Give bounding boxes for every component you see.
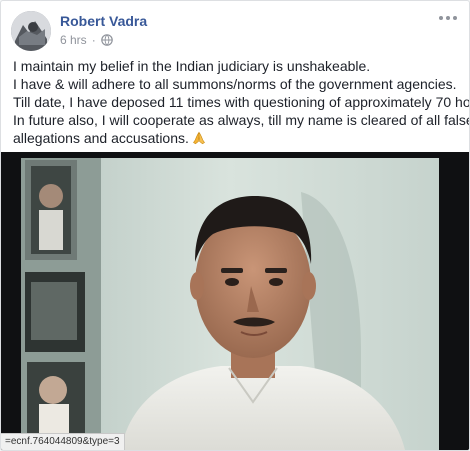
post-line: allegations and accusations. bbox=[13, 130, 189, 146]
author-name[interactable]: Robert Vadra bbox=[60, 13, 147, 29]
post-line: Till date, I have deposed 11 times with … bbox=[13, 94, 470, 110]
post-text: I maintain my belief in the Indian judic… bbox=[13, 57, 470, 147]
folded-hands-icon bbox=[192, 131, 206, 145]
post-line: I have & will adhere to all summons/norm… bbox=[13, 76, 457, 92]
more-options-icon[interactable] bbox=[437, 11, 459, 25]
avatar[interactable] bbox=[11, 11, 51, 51]
post-line: In future also, I will cooperate as alwa… bbox=[13, 112, 470, 128]
post-line: I maintain my belief in the Indian judic… bbox=[13, 58, 371, 74]
post-line-last: allegations and accusations. bbox=[13, 129, 465, 147]
post-timestamp[interactable]: 6 hrs bbox=[60, 33, 87, 47]
post-meta: 6 hrs · bbox=[60, 32, 113, 48]
post-card: Robert Vadra 6 hrs · I maintain my belie… bbox=[0, 0, 470, 451]
post-photo[interactable] bbox=[1, 152, 469, 450]
meta-separator: · bbox=[91, 33, 96, 47]
status-bar-url: =ecnf.764044809&type=3 bbox=[1, 433, 125, 450]
globe-icon[interactable] bbox=[100, 34, 113, 46]
